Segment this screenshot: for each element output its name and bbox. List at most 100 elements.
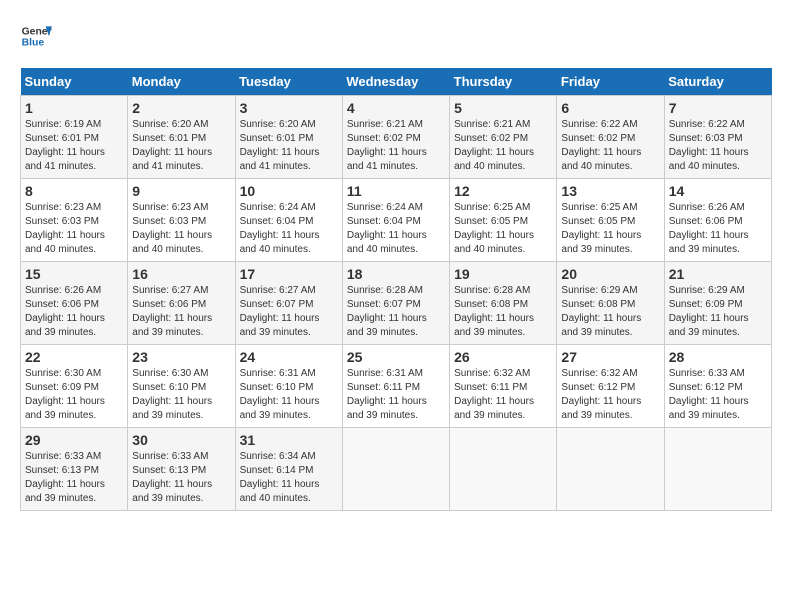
day-info: Sunrise: 6:26 AMSunset: 6:06 PMDaylight:… [25,284,123,340]
day-number: 10 [240,183,338,199]
calendar-day-cell: 7 Sunrise: 6:22 AMSunset: 6:03 PMDayligh… [664,96,771,179]
day-info: Sunrise: 6:22 AMSunset: 6:02 PMDaylight:… [561,118,659,174]
day-number: 22 [25,349,123,365]
calendar-day-cell: 23 Sunrise: 6:30 AMSunset: 6:10 PMDaylig… [128,345,235,428]
day-number: 2 [132,100,230,116]
calendar-day-cell: 29 Sunrise: 6:33 AMSunset: 6:13 PMDaylig… [21,428,128,511]
calendar-day-cell [450,428,557,511]
day-number: 21 [669,266,767,282]
day-number: 31 [240,432,338,448]
calendar-day-cell: 12 Sunrise: 6:25 AMSunset: 6:05 PMDaylig… [450,179,557,262]
calendar-day-cell: 3 Sunrise: 6:20 AMSunset: 6:01 PMDayligh… [235,96,342,179]
calendar-day-cell: 30 Sunrise: 6:33 AMSunset: 6:13 PMDaylig… [128,428,235,511]
day-info: Sunrise: 6:32 AMSunset: 6:12 PMDaylight:… [561,367,659,423]
day-info: Sunrise: 6:32 AMSunset: 6:11 PMDaylight:… [454,367,552,423]
day-number: 8 [25,183,123,199]
day-info: Sunrise: 6:34 AMSunset: 6:14 PMDaylight:… [240,450,338,506]
day-number: 16 [132,266,230,282]
day-number: 1 [25,100,123,116]
calendar-day-header: Thursday [450,68,557,96]
day-number: 12 [454,183,552,199]
calendar-day-header: Sunday [21,68,128,96]
day-number: 19 [454,266,552,282]
day-info: Sunrise: 6:23 AMSunset: 6:03 PMDaylight:… [25,201,123,257]
calendar-day-cell: 14 Sunrise: 6:26 AMSunset: 6:06 PMDaylig… [664,179,771,262]
day-number: 27 [561,349,659,365]
calendar-day-cell: 5 Sunrise: 6:21 AMSunset: 6:02 PMDayligh… [450,96,557,179]
day-number: 25 [347,349,445,365]
day-info: Sunrise: 6:28 AMSunset: 6:08 PMDaylight:… [454,284,552,340]
day-number: 9 [132,183,230,199]
calendar-day-header: Wednesday [342,68,449,96]
day-number: 26 [454,349,552,365]
calendar-day-cell: 1 Sunrise: 6:19 AMSunset: 6:01 PMDayligh… [21,96,128,179]
calendar-day-cell [342,428,449,511]
day-number: 11 [347,183,445,199]
day-number: 28 [669,349,767,365]
day-info: Sunrise: 6:29 AMSunset: 6:09 PMDaylight:… [669,284,767,340]
calendar-table: SundayMondayTuesdayWednesdayThursdayFrid… [20,68,772,511]
day-info: Sunrise: 6:33 AMSunset: 6:13 PMDaylight:… [132,450,230,506]
day-info: Sunrise: 6:25 AMSunset: 6:05 PMDaylight:… [454,201,552,257]
calendar-day-cell: 8 Sunrise: 6:23 AMSunset: 6:03 PMDayligh… [21,179,128,262]
calendar-day-cell: 11 Sunrise: 6:24 AMSunset: 6:04 PMDaylig… [342,179,449,262]
day-number: 24 [240,349,338,365]
calendar-day-cell: 26 Sunrise: 6:32 AMSunset: 6:11 PMDaylig… [450,345,557,428]
calendar-day-cell: 17 Sunrise: 6:27 AMSunset: 6:07 PMDaylig… [235,262,342,345]
day-info: Sunrise: 6:33 AMSunset: 6:12 PMDaylight:… [669,367,767,423]
day-info: Sunrise: 6:30 AMSunset: 6:09 PMDaylight:… [25,367,123,423]
calendar-day-cell: 19 Sunrise: 6:28 AMSunset: 6:08 PMDaylig… [450,262,557,345]
day-number: 29 [25,432,123,448]
day-info: Sunrise: 6:23 AMSunset: 6:03 PMDaylight:… [132,201,230,257]
day-info: Sunrise: 6:27 AMSunset: 6:07 PMDaylight:… [240,284,338,340]
day-number: 3 [240,100,338,116]
calendar-week-row: 15 Sunrise: 6:26 AMSunset: 6:06 PMDaylig… [21,262,772,345]
day-number: 15 [25,266,123,282]
day-info: Sunrise: 6:21 AMSunset: 6:02 PMDaylight:… [347,118,445,174]
day-number: 5 [454,100,552,116]
day-number: 7 [669,100,767,116]
calendar-week-row: 1 Sunrise: 6:19 AMSunset: 6:01 PMDayligh… [21,96,772,179]
calendar-week-row: 22 Sunrise: 6:30 AMSunset: 6:09 PMDaylig… [21,345,772,428]
day-info: Sunrise: 6:25 AMSunset: 6:05 PMDaylight:… [561,201,659,257]
calendar-day-cell: 4 Sunrise: 6:21 AMSunset: 6:02 PMDayligh… [342,96,449,179]
day-info: Sunrise: 6:20 AMSunset: 6:01 PMDaylight:… [240,118,338,174]
calendar-day-cell: 21 Sunrise: 6:29 AMSunset: 6:09 PMDaylig… [664,262,771,345]
day-info: Sunrise: 6:33 AMSunset: 6:13 PMDaylight:… [25,450,123,506]
calendar-day-cell: 31 Sunrise: 6:34 AMSunset: 6:14 PMDaylig… [235,428,342,511]
calendar-day-header: Tuesday [235,68,342,96]
calendar-day-header: Monday [128,68,235,96]
page-header: General Blue [20,20,772,52]
calendar-day-cell: 18 Sunrise: 6:28 AMSunset: 6:07 PMDaylig… [342,262,449,345]
day-number: 23 [132,349,230,365]
day-info: Sunrise: 6:24 AMSunset: 6:04 PMDaylight:… [347,201,445,257]
svg-text:Blue: Blue [22,38,45,49]
day-info: Sunrise: 6:24 AMSunset: 6:04 PMDaylight:… [240,201,338,257]
day-number: 14 [669,183,767,199]
day-number: 30 [132,432,230,448]
day-info: Sunrise: 6:30 AMSunset: 6:10 PMDaylight:… [132,367,230,423]
calendar-week-row: 29 Sunrise: 6:33 AMSunset: 6:13 PMDaylig… [21,428,772,511]
day-info: Sunrise: 6:29 AMSunset: 6:08 PMDaylight:… [561,284,659,340]
day-info: Sunrise: 6:26 AMSunset: 6:06 PMDaylight:… [669,201,767,257]
calendar-day-cell: 15 Sunrise: 6:26 AMSunset: 6:06 PMDaylig… [21,262,128,345]
day-info: Sunrise: 6:31 AMSunset: 6:10 PMDaylight:… [240,367,338,423]
calendar-day-cell: 25 Sunrise: 6:31 AMSunset: 6:11 PMDaylig… [342,345,449,428]
day-info: Sunrise: 6:27 AMSunset: 6:06 PMDaylight:… [132,284,230,340]
logo: General Blue [20,20,52,52]
calendar-day-cell [557,428,664,511]
calendar-day-cell: 28 Sunrise: 6:33 AMSunset: 6:12 PMDaylig… [664,345,771,428]
day-number: 6 [561,100,659,116]
logo-icon: General Blue [20,20,52,52]
calendar-week-row: 8 Sunrise: 6:23 AMSunset: 6:03 PMDayligh… [21,179,772,262]
day-info: Sunrise: 6:22 AMSunset: 6:03 PMDaylight:… [669,118,767,174]
day-number: 17 [240,266,338,282]
calendar-day-cell: 2 Sunrise: 6:20 AMSunset: 6:01 PMDayligh… [128,96,235,179]
calendar-day-cell: 27 Sunrise: 6:32 AMSunset: 6:12 PMDaylig… [557,345,664,428]
calendar-day-cell: 13 Sunrise: 6:25 AMSunset: 6:05 PMDaylig… [557,179,664,262]
calendar-day-cell: 16 Sunrise: 6:27 AMSunset: 6:06 PMDaylig… [128,262,235,345]
day-info: Sunrise: 6:21 AMSunset: 6:02 PMDaylight:… [454,118,552,174]
day-number: 20 [561,266,659,282]
day-number: 18 [347,266,445,282]
calendar-day-header: Saturday [664,68,771,96]
